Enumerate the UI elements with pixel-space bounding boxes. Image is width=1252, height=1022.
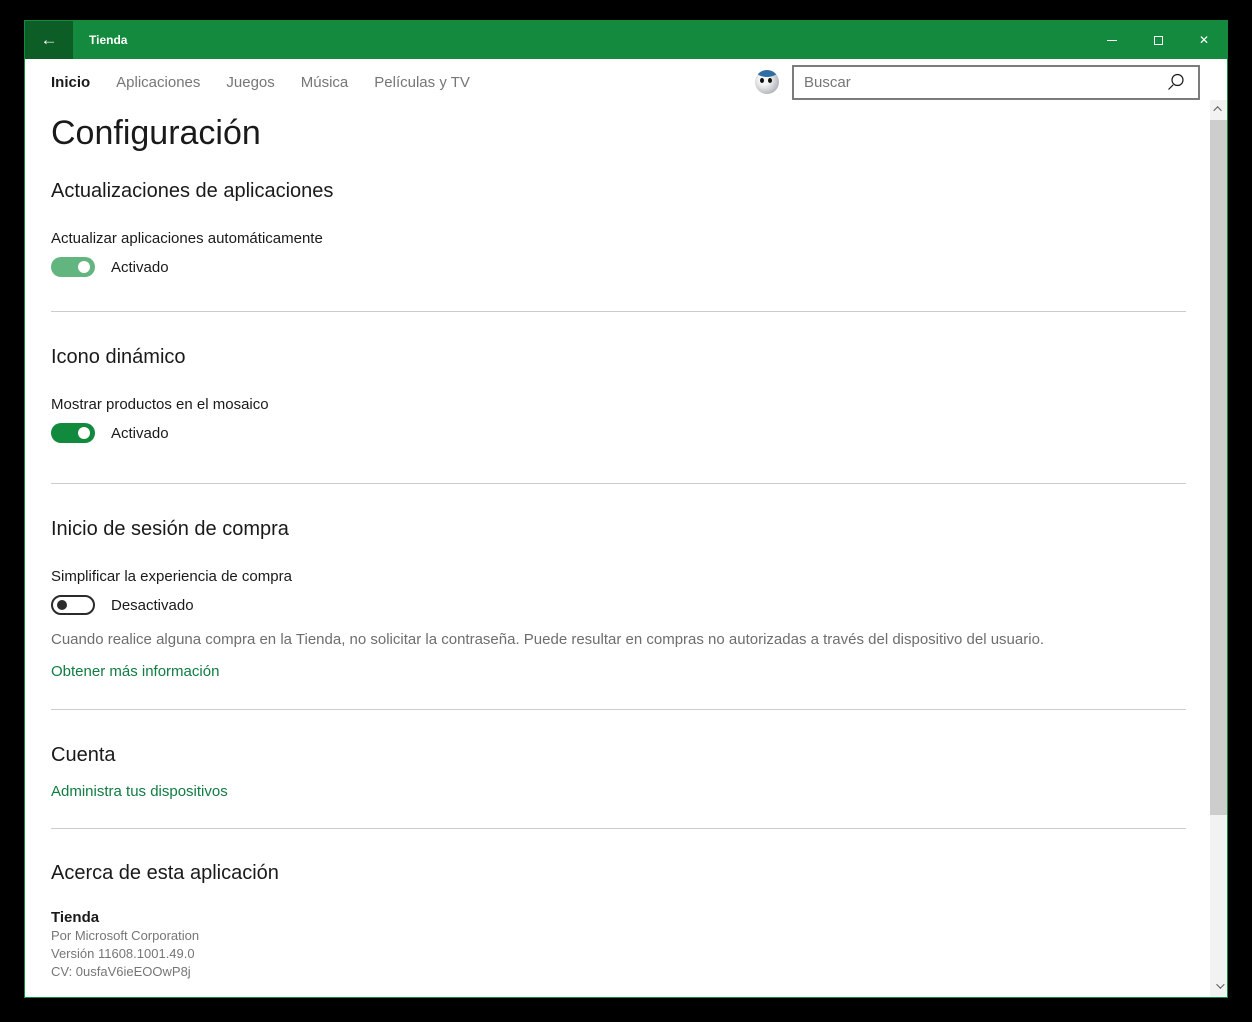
nav-item-musica[interactable]: Música bbox=[301, 74, 349, 91]
window-title: Tienda bbox=[89, 33, 128, 47]
chevron-down-icon bbox=[1215, 980, 1225, 989]
about-cv: CV: 0usfaV6ieEOOwP8j bbox=[51, 964, 191, 979]
learn-more-link[interactable]: Obtener más información bbox=[51, 663, 219, 681]
setting-label-show-products: Mostrar productos en el mosaico bbox=[51, 396, 269, 413]
top-navbar: Inicio Aplicaciones Juegos Música Pelícu… bbox=[51, 63, 1200, 101]
toggle-knob bbox=[57, 600, 67, 610]
section-title-about: Acerca de esta aplicación bbox=[51, 862, 279, 884]
maximize-icon bbox=[1153, 35, 1163, 45]
user-avatar[interactable] bbox=[755, 70, 779, 94]
scroll-up-button[interactable] bbox=[1210, 100, 1227, 118]
auto-update-toggle[interactable] bbox=[51, 257, 95, 277]
toggle-state-label: Desactivado bbox=[111, 596, 194, 614]
toggle-row-live-tile: Activado bbox=[51, 423, 1186, 443]
toggle-knob bbox=[78, 427, 90, 439]
toggle-state-label: Activado bbox=[111, 258, 169, 276]
toggle-state-label: Activado bbox=[111, 424, 169, 442]
section-divider bbox=[51, 483, 1186, 484]
nav-item-inicio[interactable]: Inicio bbox=[51, 74, 90, 91]
minimize-button[interactable] bbox=[1089, 21, 1135, 59]
page-title: Configuración bbox=[51, 114, 261, 152]
live-tile-toggle[interactable] bbox=[51, 423, 95, 443]
section-divider bbox=[51, 828, 1186, 829]
search-box bbox=[792, 64, 1200, 100]
purchase-signin-toggle[interactable] bbox=[51, 595, 95, 615]
about-publisher: Por Microsoft Corporation bbox=[51, 928, 200, 943]
scrollbar-thumb[interactable] bbox=[1210, 120, 1227, 815]
purchase-signin-description: Cuando realice alguna compra en la Tiend… bbox=[51, 631, 1045, 648]
manage-devices-link[interactable]: Administra tus dispositivos bbox=[51, 783, 228, 801]
settings-page: Configuración Actualizaciones de aplicac… bbox=[51, 113, 1186, 1001]
chevron-up-icon bbox=[1212, 106, 1222, 115]
minimize-icon bbox=[1107, 39, 1117, 41]
section-divider bbox=[51, 709, 1186, 710]
close-icon: ✕ bbox=[1198, 33, 1210, 47]
store-app-window: ← Tienda ✕ Inicio Aplicaciones Juegos Mú… bbox=[24, 20, 1228, 998]
toggle-knob bbox=[78, 261, 90, 273]
section-title-app-updates: Actualizaciones de aplicaciones bbox=[51, 180, 334, 202]
vertical-scrollbar[interactable] bbox=[1210, 100, 1227, 997]
scroll-down-button[interactable] bbox=[1210, 977, 1227, 995]
search-icon[interactable] bbox=[1166, 72, 1186, 92]
toggle-row-purchase-signin: Desactivado bbox=[51, 595, 1186, 615]
section-title-live-tile: Icono dinámico bbox=[51, 346, 186, 368]
toggle-row-auto-update: Activado bbox=[51, 257, 1186, 277]
back-button[interactable]: ← bbox=[25, 21, 73, 59]
setting-label-auto-update: Actualizar aplicaciones automáticamente bbox=[51, 230, 323, 247]
nav-item-juegos[interactable]: Juegos bbox=[226, 74, 274, 91]
titlebar-drag-area bbox=[127, 21, 1089, 59]
about-version: Versión 11608.1001.49.0 bbox=[51, 946, 195, 961]
section-divider bbox=[51, 311, 1186, 312]
about-app-name: Tienda bbox=[51, 909, 100, 926]
close-button[interactable]: ✕ bbox=[1181, 21, 1227, 59]
setting-label-streamline-purchase: Simplificar la experiencia de compra bbox=[51, 568, 292, 585]
nav-item-peliculas-tv[interactable]: Películas y TV bbox=[374, 74, 470, 91]
titlebar: ← Tienda ✕ bbox=[25, 21, 1227, 59]
search-input[interactable] bbox=[794, 73, 1166, 91]
section-title-account: Cuenta bbox=[51, 744, 116, 766]
back-arrow-icon: ← bbox=[40, 30, 58, 49]
nav-item-aplicaciones[interactable]: Aplicaciones bbox=[116, 74, 200, 91]
about-block: Tienda Por Microsoft Corporation Versión… bbox=[51, 908, 1186, 1001]
section-title-purchase-signin: Inicio de sesión de compra bbox=[51, 518, 289, 540]
maximize-button[interactable] bbox=[1135, 21, 1181, 59]
